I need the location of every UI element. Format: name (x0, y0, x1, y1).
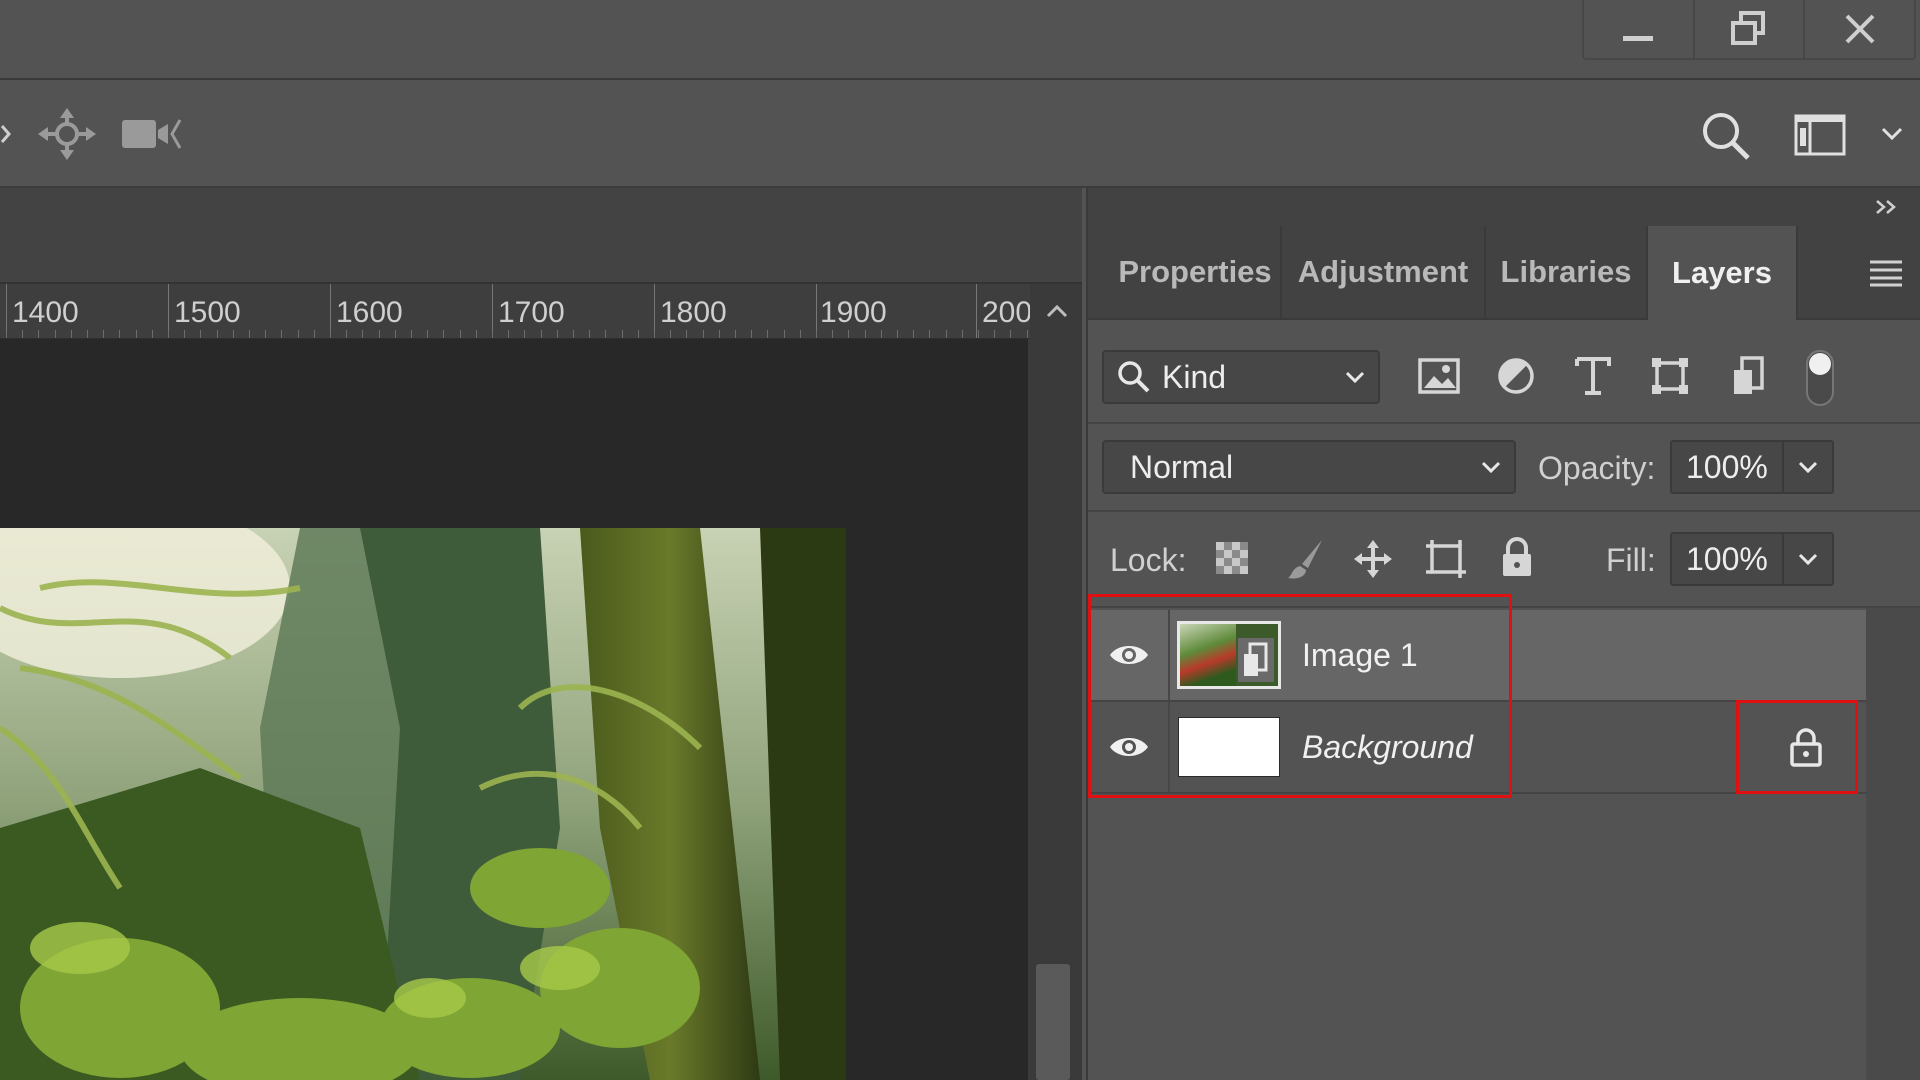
workspace-icon[interactable] (1794, 114, 1846, 156)
panel-collapse-bar (1088, 188, 1920, 226)
kind-filter-dropdown[interactable]: Kind (1102, 350, 1380, 404)
blend-mode-dropdown[interactable]: Normal (1102, 440, 1516, 494)
panel-menu-icon[interactable] (1868, 258, 1904, 288)
lock-position-icon[interactable] (1352, 538, 1394, 580)
restore-button[interactable] (1695, 0, 1806, 58)
ruler-label: 1700 (498, 296, 565, 329)
video-camera-icon[interactable] (120, 114, 184, 154)
scroll-thumb[interactable] (1036, 964, 1070, 1080)
highlight-box-lock (1736, 700, 1858, 794)
chevron-down-icon (1798, 461, 1818, 474)
search-icon[interactable] (1700, 110, 1752, 162)
document-tab-bar (0, 188, 1082, 284)
tab-adjustment[interactable]: Adjustment (1282, 226, 1486, 318)
image-filter-icon[interactable] (1418, 358, 1460, 394)
tab-layers[interactable]: Layers (1648, 226, 1798, 320)
smart-object-filter-icon[interactable] (1732, 356, 1768, 396)
type-filter-icon[interactable] (1574, 356, 1612, 396)
lock-label: Lock: (1110, 542, 1187, 578)
double-chevron-right-icon[interactable] (1874, 198, 1898, 216)
3d-orbit-icon[interactable] (36, 106, 98, 162)
tab-label: Properties (1118, 254, 1272, 289)
restore-icon (1731, 11, 1765, 45)
minimize-button[interactable] (1584, 0, 1695, 58)
opacity-label: Opacity: (1538, 450, 1656, 486)
highlight-box-layers (1088, 594, 1512, 798)
lock-transparent-pixels-icon[interactable] (1214, 540, 1250, 576)
window-controls (1582, 0, 1916, 60)
kind-label: Kind (1162, 358, 1227, 395)
fill-label: Fill: (1606, 542, 1656, 578)
fill-value: 100% (1686, 540, 1768, 577)
tab-label: Layers (1672, 255, 1772, 290)
chevron-down-icon (1798, 553, 1818, 566)
close-button[interactable] (1805, 0, 1914, 58)
tab-properties[interactable]: Properties (1110, 226, 1282, 318)
ruler-label: 1800 (660, 296, 727, 329)
tab-label: Adjustment (1297, 254, 1469, 289)
filter-toggle[interactable] (1806, 350, 1834, 406)
chevron-down-icon (1481, 461, 1501, 474)
scroll-up-icon[interactable] (1046, 304, 1068, 318)
lock-image-pixels-icon[interactable] (1286, 538, 1326, 580)
ruler-label: 1400 (12, 296, 79, 329)
search-icon (1118, 361, 1150, 393)
lock-artboard-icon[interactable] (1424, 538, 1468, 580)
close-icon (1845, 14, 1875, 44)
shape-filter-icon[interactable] (1650, 356, 1690, 396)
opacity-field[interactable]: 100% (1670, 440, 1834, 494)
ruler-label: 1600 (336, 296, 403, 329)
layers-scroll-track[interactable] (1866, 608, 1920, 1080)
expand-arrow-icon[interactable] (0, 122, 14, 146)
options-bar (0, 80, 1920, 188)
opacity-value: 100% (1686, 448, 1768, 485)
opacity-dropdown-button[interactable] (1782, 442, 1832, 492)
adjustment-filter-icon[interactable] (1496, 356, 1536, 396)
horizontal-ruler: 1400 1500 1600 1700 1800 1900 200( (0, 284, 1060, 339)
ruler-label: 1900 (820, 296, 887, 329)
chevron-down-icon[interactable] (1880, 126, 1904, 142)
minimize-icon (1623, 36, 1654, 41)
blend-mode-value: Normal (1130, 448, 1234, 485)
tab-label: Libraries (1500, 254, 1632, 289)
fill-dropdown-button[interactable] (1782, 534, 1832, 584)
lock-all-icon[interactable] (1500, 536, 1534, 578)
fill-field[interactable]: 100% (1670, 532, 1834, 586)
tab-libraries[interactable]: Libraries (1486, 226, 1648, 318)
vertical-scrollbar[interactable] (1030, 284, 1082, 1080)
chevron-down-icon (1345, 371, 1365, 384)
ruler-label: 1500 (174, 296, 241, 329)
canvas-image[interactable] (0, 528, 846, 1080)
